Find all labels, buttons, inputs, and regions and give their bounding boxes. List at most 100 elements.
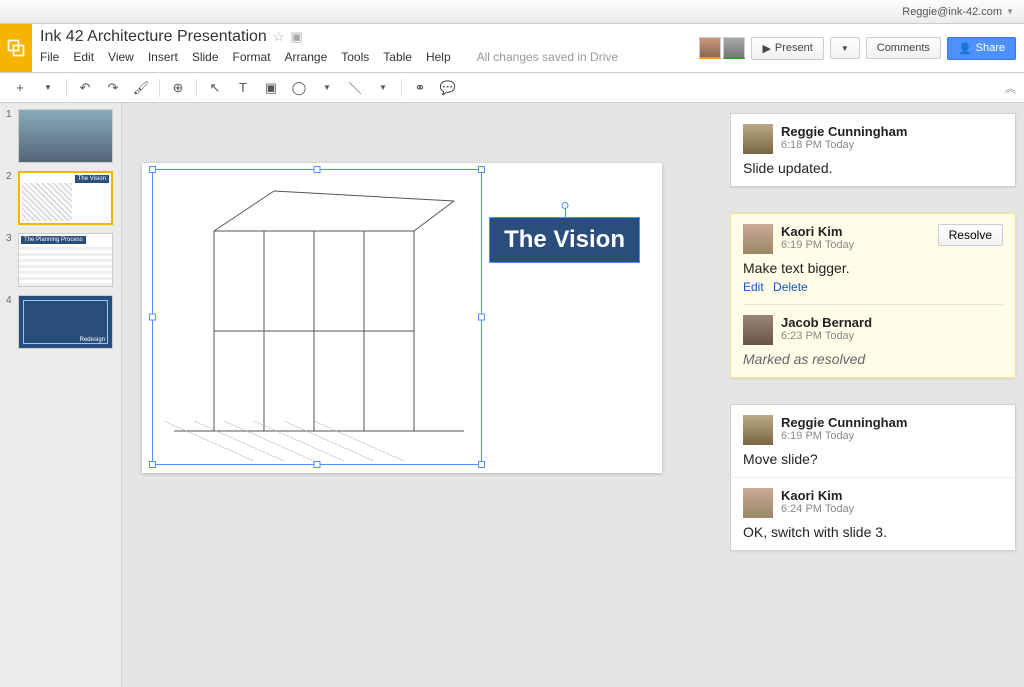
account-caret-icon[interactable]: ▼ — [1006, 7, 1014, 16]
line-dropdown[interactable]: ▼ — [371, 76, 395, 100]
separator — [401, 79, 402, 97]
resize-handle[interactable] — [478, 314, 485, 321]
resize-handle[interactable] — [478, 166, 485, 173]
comment-author: Kaori Kim — [781, 488, 1003, 503]
present-button[interactable]: ▶ Present — [751, 37, 823, 60]
save-status: All changes saved in Drive — [477, 50, 618, 64]
comment-body: OK, switch with slide 3. — [743, 524, 1003, 540]
resolve-button[interactable]: Resolve — [938, 224, 1003, 246]
slide-thumb-row[interactable]: 4 Redesign — [6, 295, 115, 349]
slide-thumb-row[interactable]: 1 Architecture — [6, 109, 115, 163]
menubar: File Edit View Insert Slide Format Arran… — [40, 50, 691, 64]
line-tool[interactable]: ＼ — [343, 76, 367, 100]
comment-card[interactable]: Reggie Cunningham 6:19 PM Today Move sli… — [730, 404, 1016, 477]
resize-handle[interactable] — [149, 166, 156, 173]
present-label: Present — [775, 42, 813, 54]
share-label: Share — [976, 42, 1005, 54]
present-dropdown[interactable]: ▼ — [830, 37, 860, 59]
image-tool[interactable]: ▣ — [259, 76, 283, 100]
app-header: Ink 42 Architecture Presentation ☆ ▣ Fil… — [0, 24, 1024, 73]
avatar — [743, 224, 773, 254]
link-tool[interactable]: ⚭ — [408, 76, 432, 100]
comment-tool[interactable]: 💬 — [436, 76, 460, 100]
comment-body: Marked as resolved — [743, 351, 1003, 367]
selection-outline[interactable] — [152, 169, 482, 465]
menu-help[interactable]: Help — [426, 50, 451, 64]
avatar[interactable] — [723, 37, 745, 59]
menu-slide[interactable]: Slide — [192, 50, 219, 64]
canvas-area[interactable]: The Vision — [122, 103, 730, 687]
slide-thumbnail[interactable]: Redesign — [18, 295, 113, 349]
comment-author: Reggie Cunningham — [781, 415, 1003, 430]
collapse-toolbar-icon[interactable]: ︽ — [1005, 80, 1016, 96]
slide-number: 3 — [6, 233, 14, 244]
slide-thumbnail[interactable]: The Planning Process — [18, 233, 113, 287]
shape-tool[interactable]: ◯ — [287, 76, 311, 100]
app-logo[interactable] — [0, 24, 32, 72]
avatar[interactable] — [699, 37, 721, 59]
resize-handle[interactable] — [149, 314, 156, 321]
thumb-title: The Vision — [75, 175, 109, 183]
separator — [159, 79, 160, 97]
redo-button[interactable]: ↷ — [101, 76, 125, 100]
edit-link[interactable]: Edit — [743, 280, 764, 294]
slide-thumbnail[interactable]: The Vision — [18, 171, 113, 225]
select-tool[interactable]: ↖ — [203, 76, 227, 100]
shape-dropdown[interactable]: ▼ — [315, 76, 339, 100]
window-titlebar: Reggie@ink-42.com ▼ — [0, 0, 1024, 24]
delete-link[interactable]: Delete — [773, 280, 808, 294]
avatar — [743, 124, 773, 154]
avatar — [743, 415, 773, 445]
menu-tools[interactable]: Tools — [341, 50, 369, 64]
toolbar: + ▼ ↶ ↷ 🖌 ⊕ ↖ T ▣ ◯ ▼ ＼ ▼ ⚭ 💬 ︽ — [0, 73, 1024, 103]
new-slide-dropdown[interactable]: ▼ — [36, 76, 60, 100]
star-icon[interactable]: ☆ — [273, 29, 285, 45]
resize-handle[interactable] — [149, 461, 156, 468]
comment-author: Reggie Cunningham — [781, 124, 1003, 139]
slide-thumb-row[interactable]: 3 The Planning Process — [6, 233, 115, 287]
comment-author: Jacob Bernard — [781, 315, 1003, 330]
comment-time: 6:19 PM Today — [781, 430, 1003, 442]
document-title[interactable]: Ink 42 Architecture Presentation — [40, 28, 267, 46]
comment-actions: Edit Delete — [743, 280, 1003, 294]
slide-number: 4 — [6, 295, 14, 306]
comment-card[interactable]: Kaori Kim 6:24 PM Today OK, switch with … — [730, 477, 1016, 551]
slide-thumb-row[interactable]: 2 The Vision — [6, 171, 115, 225]
resize-handle[interactable] — [314, 166, 321, 173]
undo-button[interactable]: ↶ — [73, 76, 97, 100]
comments-panel[interactable]: Reggie Cunningham 6:18 PM Today Slide up… — [730, 103, 1024, 687]
slide-number: 1 — [6, 109, 14, 120]
menu-format[interactable]: Format — [233, 50, 271, 64]
menu-edit[interactable]: Edit — [73, 50, 94, 64]
comment-card[interactable]: Reggie Cunningham 6:18 PM Today Slide up… — [730, 113, 1016, 187]
menu-view[interactable]: View — [108, 50, 134, 64]
zoom-button[interactable]: ⊕ — [166, 76, 190, 100]
comment-body: Make text bigger. — [743, 260, 1003, 276]
slide-canvas[interactable]: The Vision — [142, 163, 662, 473]
comment-time: 6:18 PM Today — [781, 139, 1003, 151]
resize-handle[interactable] — [314, 461, 321, 468]
menu-arrange[interactable]: Arrange — [285, 50, 328, 64]
separator — [66, 79, 67, 97]
comment-time: 6:19 PM Today — [781, 239, 938, 251]
comment-time: 6:24 PM Today — [781, 503, 1003, 515]
resize-handle[interactable] — [478, 461, 485, 468]
comments-button[interactable]: Comments — [866, 37, 941, 59]
new-slide-button[interactable]: + — [8, 76, 32, 100]
share-button[interactable]: 👤 Share — [947, 37, 1016, 60]
paint-format-button[interactable]: 🖌 — [129, 76, 153, 100]
comment-card-active[interactable]: Resolve Kaori Kim 6:19 PM Today Make tex… — [730, 213, 1016, 378]
menu-insert[interactable]: Insert — [148, 50, 178, 64]
slide-panel[interactable]: 1 Architecture 2 The Vision 3 The Planni… — [0, 103, 122, 687]
folder-icon[interactable]: ▣ — [290, 29, 302, 45]
account-email[interactable]: Reggie@ink-42.com — [902, 6, 1002, 18]
menu-file[interactable]: File — [40, 50, 59, 64]
share-icon: 👤 — [958, 42, 972, 55]
rotation-handle[interactable] — [561, 202, 568, 209]
collaborator-avatars[interactable] — [699, 37, 745, 59]
menu-table[interactable]: Table — [383, 50, 412, 64]
textbox-tool[interactable]: T — [231, 76, 255, 100]
slide-thumbnail[interactable]: Architecture — [18, 109, 113, 163]
slide-title-textbox[interactable]: The Vision — [489, 217, 640, 263]
workspace: 1 Architecture 2 The Vision 3 The Planni… — [0, 103, 1024, 687]
